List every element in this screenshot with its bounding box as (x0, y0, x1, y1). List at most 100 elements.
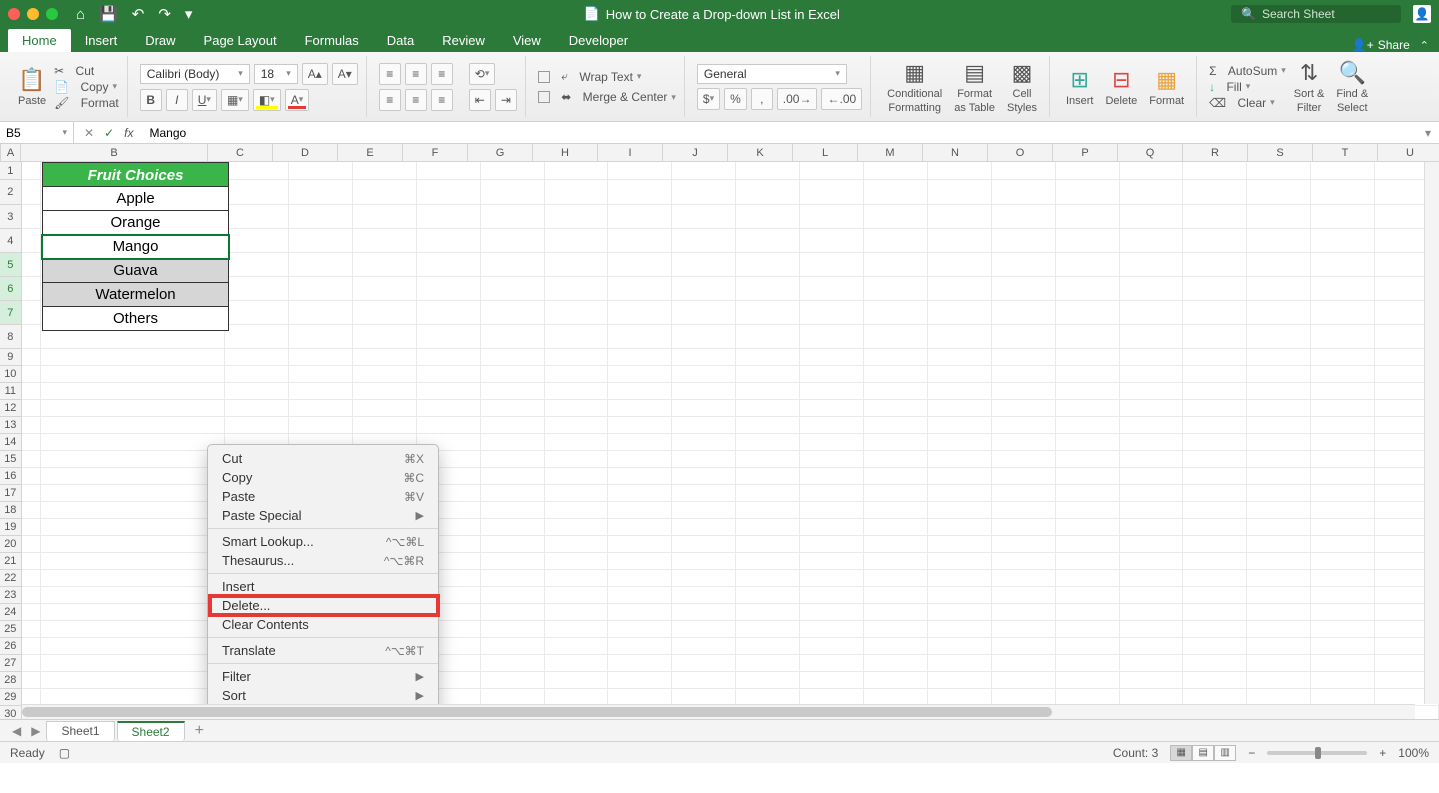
collapse-ribbon-icon[interactable]: ⌃ (1420, 39, 1429, 52)
conditional-formatting-button[interactable]: ▦ConditionalFormatting (883, 58, 946, 116)
fill-button[interactable]: ↓ Fill▾ (1209, 80, 1286, 94)
column-header[interactable]: B (21, 144, 208, 161)
next-sheet-icon[interactable]: ▶ (27, 724, 44, 738)
row-header[interactable]: 23 (0, 587, 22, 604)
sheet-tab[interactable]: Sheet2 (117, 721, 185, 741)
user-avatar-icon[interactable]: 👤 (1413, 5, 1431, 23)
align-bottom-button[interactable]: ≡ (431, 63, 453, 85)
column-header[interactable]: E (338, 144, 403, 161)
decrease-decimal-button[interactable]: ←.00 (821, 88, 862, 110)
context-menu-item[interactable]: Smart Lookup...^⌥⌘L (208, 532, 438, 551)
undo-icon[interactable]: ↶ (132, 7, 145, 22)
table-data-cell[interactable]: Others (42, 307, 229, 331)
context-menu-item[interactable]: Thesaurus...^⌥⌘R (208, 551, 438, 570)
table-data-cell[interactable]: Watermelon (42, 283, 229, 307)
row-header[interactable]: 9 (0, 349, 22, 366)
column-header[interactable]: J (663, 144, 728, 161)
row-header[interactable]: 12 (0, 400, 22, 417)
row-header[interactable]: 13 (0, 417, 22, 434)
column-header[interactable]: U (1378, 144, 1439, 161)
row-header[interactable]: 6 (0, 277, 22, 301)
underline-button[interactable]: U▾ (192, 89, 217, 111)
table-header-cell[interactable]: Fruit Choices (42, 162, 229, 187)
row-header[interactable]: 19 (0, 519, 22, 536)
context-menu-item[interactable]: Translate^⌥⌘T (208, 641, 438, 660)
clear-button[interactable]: ⌫ Clear▾ (1209, 96, 1286, 110)
table-data-cell[interactable]: Guava (42, 259, 229, 283)
column-header[interactable]: K (728, 144, 793, 161)
cancel-icon[interactable]: ✕ (84, 126, 94, 140)
increase-decimal-button[interactable]: .00→ (777, 88, 818, 110)
column-header[interactable]: A (1, 144, 21, 161)
table-data-cell[interactable]: Apple (42, 187, 229, 211)
context-menu-item[interactable]: Clear Contents (208, 615, 438, 634)
row-header[interactable]: 2 (0, 180, 22, 205)
tab-formulas[interactable]: Formulas (291, 29, 373, 52)
row-header[interactable]: 10 (0, 366, 22, 383)
decrease-indent-button[interactable]: ⇤ (469, 89, 491, 111)
column-header[interactable]: O (988, 144, 1053, 161)
font-size-select[interactable]: 18▾ (254, 64, 298, 84)
context-menu-item[interactable]: Insert (208, 577, 438, 596)
bold-button[interactable]: B (140, 89, 162, 111)
row-header[interactable]: 29 (0, 689, 22, 706)
tab-view[interactable]: View (499, 29, 555, 52)
tab-developer[interactable]: Developer (555, 29, 642, 52)
font-color-button[interactable]: A▾ (285, 89, 310, 111)
page-layout-view-button[interactable]: ▤ (1192, 745, 1214, 761)
italic-button[interactable]: I (166, 89, 188, 111)
increase-font-button[interactable]: A▴ (302, 63, 328, 85)
copy-button[interactable]: 📄 Copy▾ (54, 80, 119, 94)
enter-icon[interactable]: ✓ (104, 126, 114, 140)
context-menu-item[interactable]: Copy⌘C (208, 468, 438, 487)
row-header[interactable]: 16 (0, 468, 22, 485)
tab-home[interactable]: Home (8, 29, 71, 52)
column-header[interactable]: S (1248, 144, 1313, 161)
tab-data[interactable]: Data (373, 29, 428, 52)
row-header[interactable]: 15 (0, 451, 22, 468)
context-menu-item[interactable]: Filter▶ (208, 667, 438, 686)
column-header[interactable]: L (793, 144, 858, 161)
add-sheet-button[interactable]: + (187, 722, 212, 740)
macro-record-icon[interactable]: ▢ (59, 746, 70, 760)
row-header[interactable]: 5 (0, 253, 22, 277)
column-header[interactable]: F (403, 144, 468, 161)
save-icon[interactable]: 💾 (99, 7, 118, 22)
cell-styles-button[interactable]: ▩CellStyles (1003, 58, 1041, 116)
merge-center-button[interactable]: ⬌ Merge & Center▾ (538, 90, 676, 104)
row-header[interactable]: 18 (0, 502, 22, 519)
row-header[interactable]: 3 (0, 205, 22, 229)
increase-indent-button[interactable]: ⇥ (495, 89, 517, 111)
fill-color-button[interactable]: ◧▾ (253, 89, 281, 111)
share-button[interactable]: 👤+Share (1352, 38, 1410, 52)
column-header[interactable]: N (923, 144, 988, 161)
close-window-icon[interactable] (8, 8, 20, 20)
align-center-button[interactable]: ≡ (405, 89, 427, 111)
scrollbar-thumb[interactable] (22, 707, 1052, 717)
row-header[interactable]: 4 (0, 229, 22, 253)
format-painter-button[interactable]: 🖌 Format (54, 96, 119, 110)
row-header[interactable]: 11 (0, 383, 22, 400)
row-header[interactable]: 27 (0, 655, 22, 672)
horizontal-scrollbar[interactable] (22, 704, 1415, 719)
zoom-level[interactable]: 100% (1398, 746, 1429, 760)
zoom-slider[interactable] (1267, 751, 1367, 755)
percent-button[interactable]: % (724, 88, 747, 110)
context-menu-item[interactable]: Paste⌘V (208, 487, 438, 506)
sheet-tab[interactable]: Sheet1 (46, 721, 114, 741)
row-header[interactable]: 25 (0, 621, 22, 638)
row-header[interactable]: 20 (0, 536, 22, 553)
align-left-button[interactable]: ≡ (379, 89, 401, 111)
number-format-select[interactable]: General▾ (697, 64, 847, 84)
column-header[interactable]: T (1313, 144, 1378, 161)
maximize-window-icon[interactable] (46, 8, 58, 20)
name-box[interactable]: B5▾ (0, 122, 74, 143)
row-header[interactable]: 8 (0, 325, 22, 349)
search-sheet-input[interactable]: 🔍 Search Sheet (1231, 5, 1401, 23)
row-header[interactable]: 17 (0, 485, 22, 502)
page-break-view-button[interactable]: ▥ (1214, 745, 1236, 761)
tab-insert[interactable]: Insert (71, 29, 132, 52)
wrap-text-button[interactable]: ⤶ Wrap Text▾ (538, 69, 676, 84)
row-header[interactable]: 28 (0, 672, 22, 689)
delete-cells-button[interactable]: ⊟Delete (1101, 65, 1141, 109)
